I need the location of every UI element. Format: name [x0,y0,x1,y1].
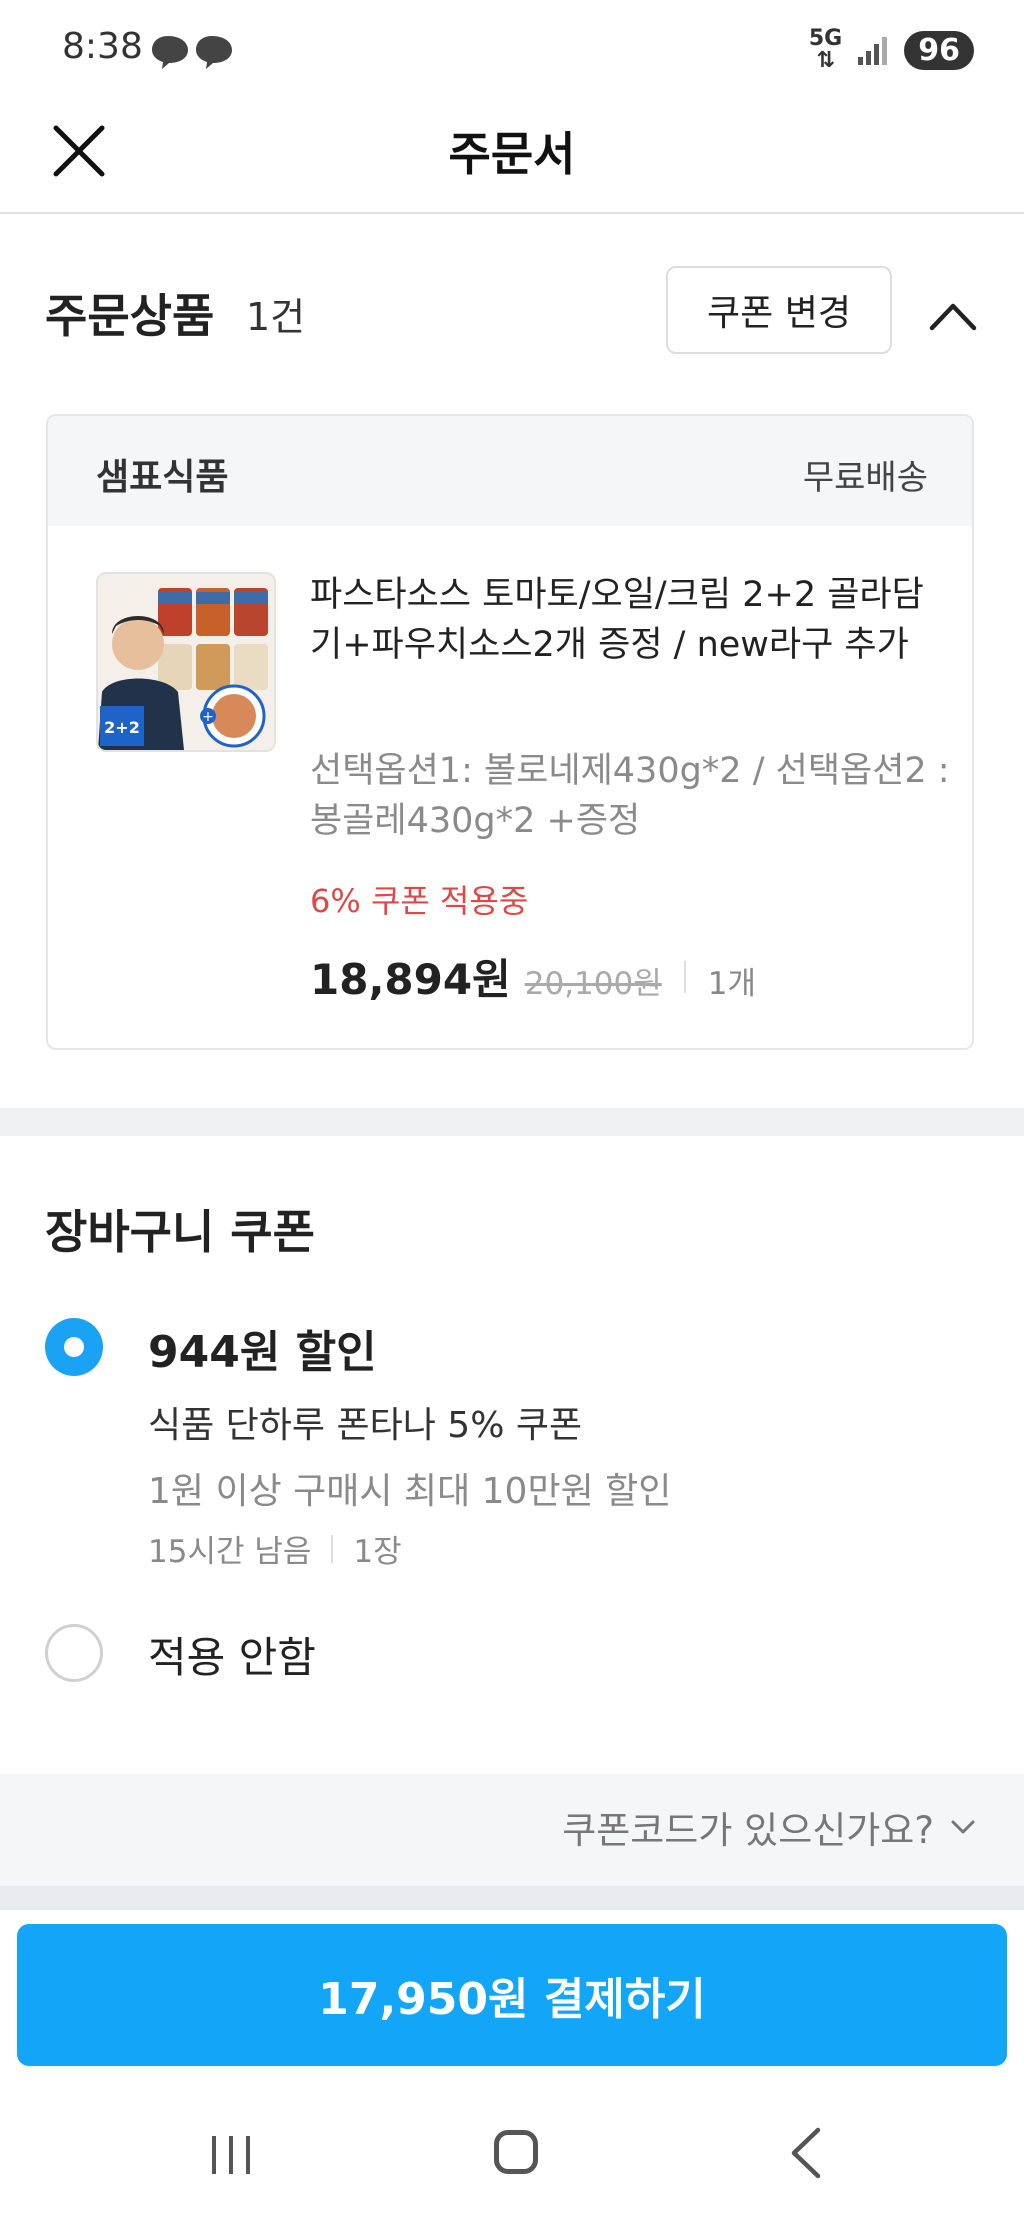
chat-bubble-icon [152,36,232,69]
seller-name: 샘표식품 [96,457,229,498]
coupon-applied-label: 6% 쿠폰 적용중 [310,882,529,920]
collapse-button[interactable] [922,286,984,348]
home-button[interactable] [494,2130,538,2174]
coupon-name: 식품 단하루 폰타나 5% 쿠폰 [148,1405,583,1446]
shipping-info: 무료배송 [802,458,928,498]
divider [331,1534,334,1563]
coupon-code-text: 쿠폰코드가 있으신가요? [562,1809,934,1852]
product-options: 선택옵션1: 볼로네제430g*2 / 선택옵션2 : 봉골레430g*2 +증… [310,751,950,841]
coupon-radio-none[interactable] [45,1624,103,1682]
signal-icon [858,37,888,65]
product-image: 2+2 + [98,574,274,750]
coupon-condition: 1원 이상 구매시 최대 10만원 할인 [148,1471,672,1512]
no-coupon-label[interactable]: 적용 안함 [148,1624,316,1685]
coupon-change-button[interactable]: 쿠폰 변경 [666,266,892,354]
product-thumbnail[interactable]: 2+2 + [96,572,276,752]
coupon-meta: 15시간 남음 1장 [148,1526,402,1571]
network-icon: 5G ⇅ [808,26,843,73]
section-divider [0,1108,1024,1136]
original-price: 20,100원 [524,966,662,1002]
pay-button[interactable]: 17,950원 결제하기 [17,1924,1007,2066]
quantity: 1개 [707,966,756,1002]
coupon-time-left: 15시간 남음 [148,1534,312,1570]
order-section-title: 주문상품 [45,289,215,343]
status-right: 5G ⇅ 96 [809,28,974,72]
sale-price: 18,894원 [310,955,511,1004]
chevron-up-icon [929,303,977,331]
bottom-divider [0,1886,1024,1910]
chevron-down-icon [951,1820,975,1834]
back-icon [791,2127,821,2179]
coupon-radio-selected[interactable] [45,1318,103,1376]
thumb-badge: 2+2 [104,718,140,737]
price-row: 18,894원 20,100원 1개 [310,946,756,1007]
back-button[interactable] [784,2126,830,2184]
order-item-card: 샘표식품 무료배송 2+2 + 파스타소스 토마토/오일/크림 2+2 골라담기… [46,414,974,1050]
battery-indicator: 96 [904,30,974,70]
coupon-discount-amount[interactable]: 944원 할인 [148,1316,377,1380]
recent-apps-icon [212,2136,250,2174]
order-count: 1건 [246,295,306,339]
coupon-code-link[interactable]: 쿠폰코드가 있으신가요? [562,1800,978,1854]
divider [683,960,686,993]
seller-header: 샘표식품 무료배송 [48,416,972,526]
notification-icons [150,32,240,74]
cart-coupon-title: 장바구니 쿠폰 [45,1205,315,1259]
svg-text:+: + [202,709,214,725]
product-name[interactable]: 파스타소스 토마토/오일/크림 2+2 골라담기+파우치소스2개 증정 / ne… [310,570,950,670]
status-time: 8:38 [62,26,143,67]
recent-apps-button[interactable] [208,2132,254,2182]
coupon-count: 1장 [353,1534,402,1570]
page-title: 주문서 [448,127,576,181]
